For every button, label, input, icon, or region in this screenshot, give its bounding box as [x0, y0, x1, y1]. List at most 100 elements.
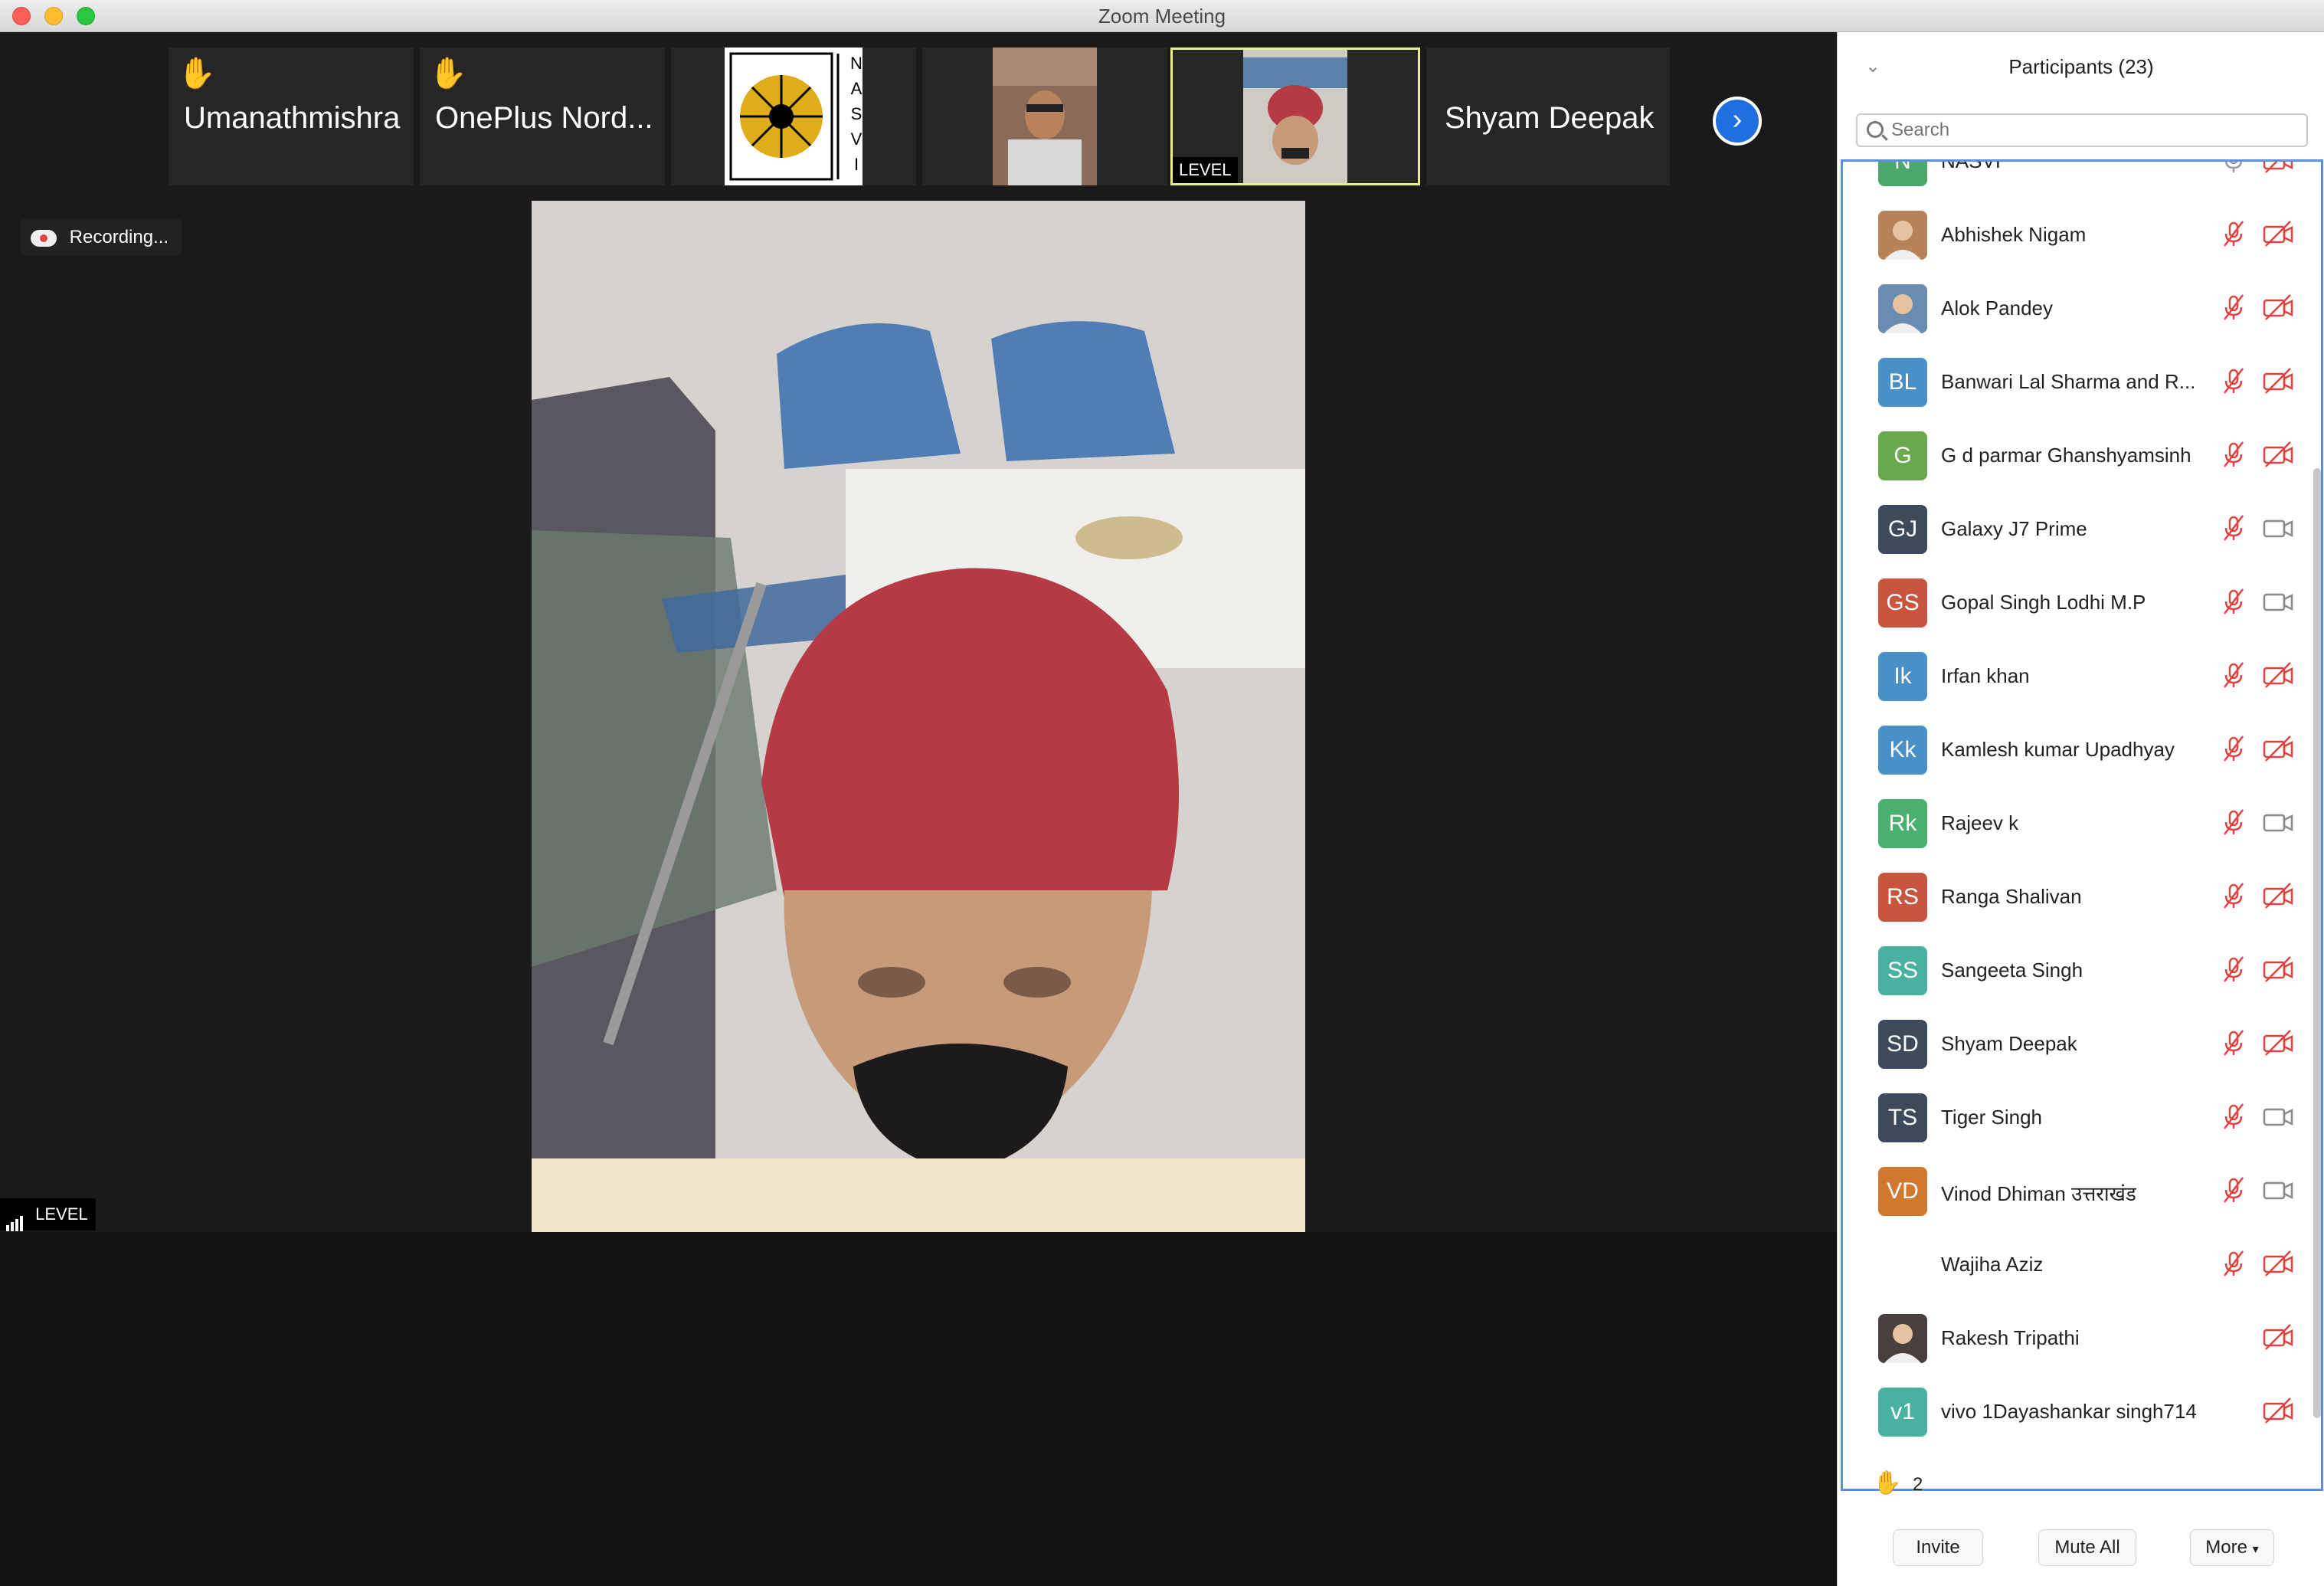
invite-button[interactable]: Invite — [1893, 1529, 1983, 1566]
participant-row[interactable]: Rakesh Tripathi — [1843, 1300, 2321, 1374]
mic-muted-icon[interactable] — [2218, 1248, 2249, 1279]
participant-video-thumbnail — [1243, 50, 1347, 183]
video-off-icon[interactable] — [2261, 660, 2295, 690]
participant-name: Tiger Singh — [1941, 1106, 2042, 1129]
search-input[interactable] — [1891, 118, 2297, 143]
mic-muted-icon[interactable] — [2218, 1175, 2249, 1205]
participant-name: Kamlesh kumar Upadhyay — [1941, 738, 2175, 761]
raised-hands-value: 2 — [1913, 1474, 1923, 1495]
participant-name: NASVI — [1941, 159, 2002, 172]
next-page-button[interactable]: › — [1713, 97, 1762, 146]
video-off-icon[interactable] — [2261, 733, 2295, 764]
participant-row[interactable]: v1 vivo 1Dayashankar singh714 — [1843, 1374, 2321, 1447]
search-icon — [1867, 121, 1884, 138]
title-bar: Zoom Meeting — [0, 0, 2324, 32]
video-icon[interactable] — [2261, 807, 2295, 837]
video-off-icon[interactable] — [2261, 954, 2295, 985]
tile-name: OnePlus Nord... — [435, 101, 653, 135]
participant-row[interactable]: Alok Pandey — [1843, 270, 2321, 344]
video-icon[interactable] — [2261, 1175, 2295, 1205]
mute-all-button[interactable]: Mute All — [2038, 1529, 2136, 1566]
participant-row[interactable]: Rk Rajeev k — [1843, 785, 2321, 859]
video-icon[interactable] — [2261, 513, 2295, 543]
participant-row[interactable]: Kk Kamlesh kumar Upadhyay — [1843, 712, 2321, 785]
avatar: GJ — [1878, 505, 1927, 554]
raised-hands-count: ✋ 2 — [1873, 1470, 1923, 1496]
raised-hand-icon: ✋ — [178, 57, 216, 90]
avatar: v1 — [1878, 1388, 1927, 1437]
mic-muted-icon[interactable] — [2218, 660, 2249, 690]
mic-muted-icon[interactable] — [2218, 1101, 2249, 1132]
scrollbar[interactable] — [2313, 468, 2321, 1418]
participant-row[interactable]: Abhishek Nigam — [1843, 197, 2321, 270]
active-speaker-video — [532, 201, 1305, 1232]
gallery-tile[interactable]: Shyam Deepak — [1426, 48, 1670, 185]
gallery-tile[interactable]: ✋ Umanathmishra — [169, 48, 414, 185]
mic-muted-icon[interactable] — [2218, 365, 2249, 396]
gallery-tile[interactable]: NASVI — [671, 48, 916, 185]
mic-muted-icon[interactable] — [2218, 733, 2249, 764]
avatar: Rk — [1878, 799, 1927, 848]
level-label: LEVEL — [35, 1204, 88, 1224]
video-off-icon[interactable] — [2261, 880, 2295, 911]
mic-muted-icon[interactable] — [2218, 439, 2249, 470]
video-off-icon[interactable] — [2261, 1027, 2295, 1058]
mic-muted-icon[interactable] — [2218, 513, 2249, 543]
participant-list[interactable]: N NASVI Abhishek Nigam Alok Pandey BL Banwari… — [1841, 159, 2323, 1491]
participant-row[interactable]: SD Shyam Deepak — [1843, 1006, 2321, 1080]
video-icon[interactable] — [2261, 1101, 2295, 1132]
mic-muted-icon[interactable] — [2218, 586, 2249, 617]
participant-row[interactable]: Ik Irfan khan — [1843, 638, 2321, 712]
avatar: Kk — [1878, 726, 1927, 775]
mic-placeholder — [2218, 1395, 2249, 1426]
participant-name: Shyam Deepak — [1941, 1032, 2077, 1055]
participant-name: vivo 1Dayashankar singh714 — [1941, 1400, 2197, 1423]
participant-row[interactable]: TS Tiger Singh — [1843, 1080, 2321, 1153]
video-off-icon[interactable] — [2261, 1395, 2295, 1426]
video-off-icon[interactable] — [2261, 292, 2295, 323]
search-field[interactable] — [1856, 113, 2308, 147]
participant-name: Gopal Singh Lodhi M.P — [1941, 591, 2146, 614]
participant-name: Abhishek Nigam — [1941, 223, 2087, 246]
video-area: ✋ Umanathmishra ✋ OnePlus Nord... NASVI … — [0, 32, 1837, 1586]
video-off-icon[interactable] — [2261, 1248, 2295, 1279]
gallery-tile[interactable]: ✋ OnePlus Nord... — [420, 48, 665, 185]
participant-row[interactable]: VD Vinod Dhiman उत्तराखंड — [1843, 1153, 2321, 1227]
mic-icon[interactable] — [2218, 159, 2249, 175]
avatar-photo — [1878, 211, 1927, 260]
participant-row[interactable]: GJ Galaxy J7 Prime — [1843, 491, 2321, 565]
panel-title: Participants (23) — [2008, 55, 2154, 78]
avatar: RS — [1878, 873, 1927, 922]
gallery-tile[interactable] — [922, 48, 1167, 185]
video-off-icon[interactable] — [2261, 1322, 2295, 1352]
tile-name: Umanathmishra — [184, 101, 401, 135]
participant-row[interactable]: G G d parmar Ghanshyamsinh — [1843, 418, 2321, 491]
chevron-down-icon: ▾ — [2252, 1543, 2259, 1556]
participant-row[interactable]: N NASVI — [1843, 159, 2321, 197]
mic-muted-icon[interactable] — [2218, 807, 2249, 837]
video-off-icon[interactable] — [2261, 439, 2295, 470]
avatar: BL — [1878, 358, 1927, 407]
video-off-icon[interactable] — [2261, 218, 2295, 249]
mic-muted-icon[interactable] — [2218, 1027, 2249, 1058]
gallery-tile-active-speaker[interactable]: LEVEL — [1170, 48, 1420, 185]
participant-row[interactable]: Wajiha Aziz — [1843, 1227, 2321, 1300]
participant-row[interactable]: RS Ranga Shalivan — [1843, 859, 2321, 932]
mic-muted-icon[interactable] — [2218, 880, 2249, 911]
mic-muted-icon[interactable] — [2218, 954, 2249, 985]
participant-row[interactable]: BL Banwari Lal Sharma and R... — [1843, 344, 2321, 418]
mic-muted-icon[interactable] — [2218, 218, 2249, 249]
participant-name: Irfan khan — [1941, 664, 2030, 687]
tile-name: Shyam Deepak — [1445, 101, 1655, 135]
chevron-right-icon: › — [1732, 103, 1743, 136]
recording-indicator[interactable]: Recording... — [20, 219, 183, 256]
participant-row[interactable]: GS Gopal Singh Lodhi M.P — [1843, 565, 2321, 638]
video-off-icon[interactable] — [2261, 159, 2295, 175]
video-icon[interactable] — [2261, 586, 2295, 617]
more-button[interactable]: More ▾ — [2190, 1529, 2274, 1566]
video-bottom-area — [0, 1232, 1837, 1586]
mic-muted-icon[interactable] — [2218, 292, 2249, 323]
avatar: GS — [1878, 578, 1927, 628]
video-off-icon[interactable] — [2261, 365, 2295, 396]
participant-row[interactable]: SS Sangeeta Singh — [1843, 932, 2321, 1006]
